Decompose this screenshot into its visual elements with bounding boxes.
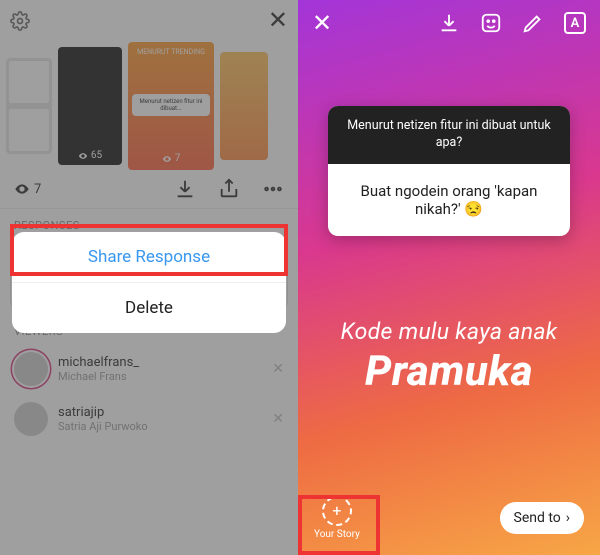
text-tool-button[interactable]: A xyxy=(564,12,586,34)
caption-line-2: Pramuka xyxy=(298,347,600,396)
question-prompt: Menurut netizen fitur ini dibuat untuk a… xyxy=(328,106,570,164)
send-to-label: Send to xyxy=(514,510,561,526)
download-icon[interactable] xyxy=(438,12,460,34)
plus-circle-icon: + xyxy=(322,496,352,526)
story-composer: ✕ A Menurut netizen fitur ini dibuat unt… xyxy=(298,0,600,555)
responses-panel: ✕ 65 MENURUT TRENDING Menurut netizen fi… xyxy=(0,0,298,555)
your-story-button[interactable]: + Your Story xyxy=(314,496,360,540)
action-sheet: Share Response Delete xyxy=(12,232,286,333)
chevron-right-icon: › xyxy=(566,510,570,526)
story-caption[interactable]: Kode mulu kaya anak Pramuka xyxy=(298,318,600,396)
send-to-button[interactable]: Send to › xyxy=(500,502,584,534)
question-answer: Buat ngodein orang 'kapan nikah?' 😒 xyxy=(328,164,570,236)
caption-line-1: Kode mulu kaya anak xyxy=(298,318,600,345)
close-icon[interactable]: ✕ xyxy=(312,11,332,35)
composer-bottom-bar: + Your Story Send to › xyxy=(298,489,600,555)
question-sticker[interactable]: Menurut netizen fitur ini dibuat untuk a… xyxy=(328,106,570,236)
composer-toolbar: ✕ A xyxy=(298,0,600,46)
sticker-icon[interactable] xyxy=(480,12,502,34)
delete-button[interactable]: Delete xyxy=(12,283,286,333)
draw-icon[interactable] xyxy=(522,12,544,34)
your-story-label: Your Story xyxy=(314,529,360,540)
share-response-button[interactable]: Share Response xyxy=(12,232,286,283)
